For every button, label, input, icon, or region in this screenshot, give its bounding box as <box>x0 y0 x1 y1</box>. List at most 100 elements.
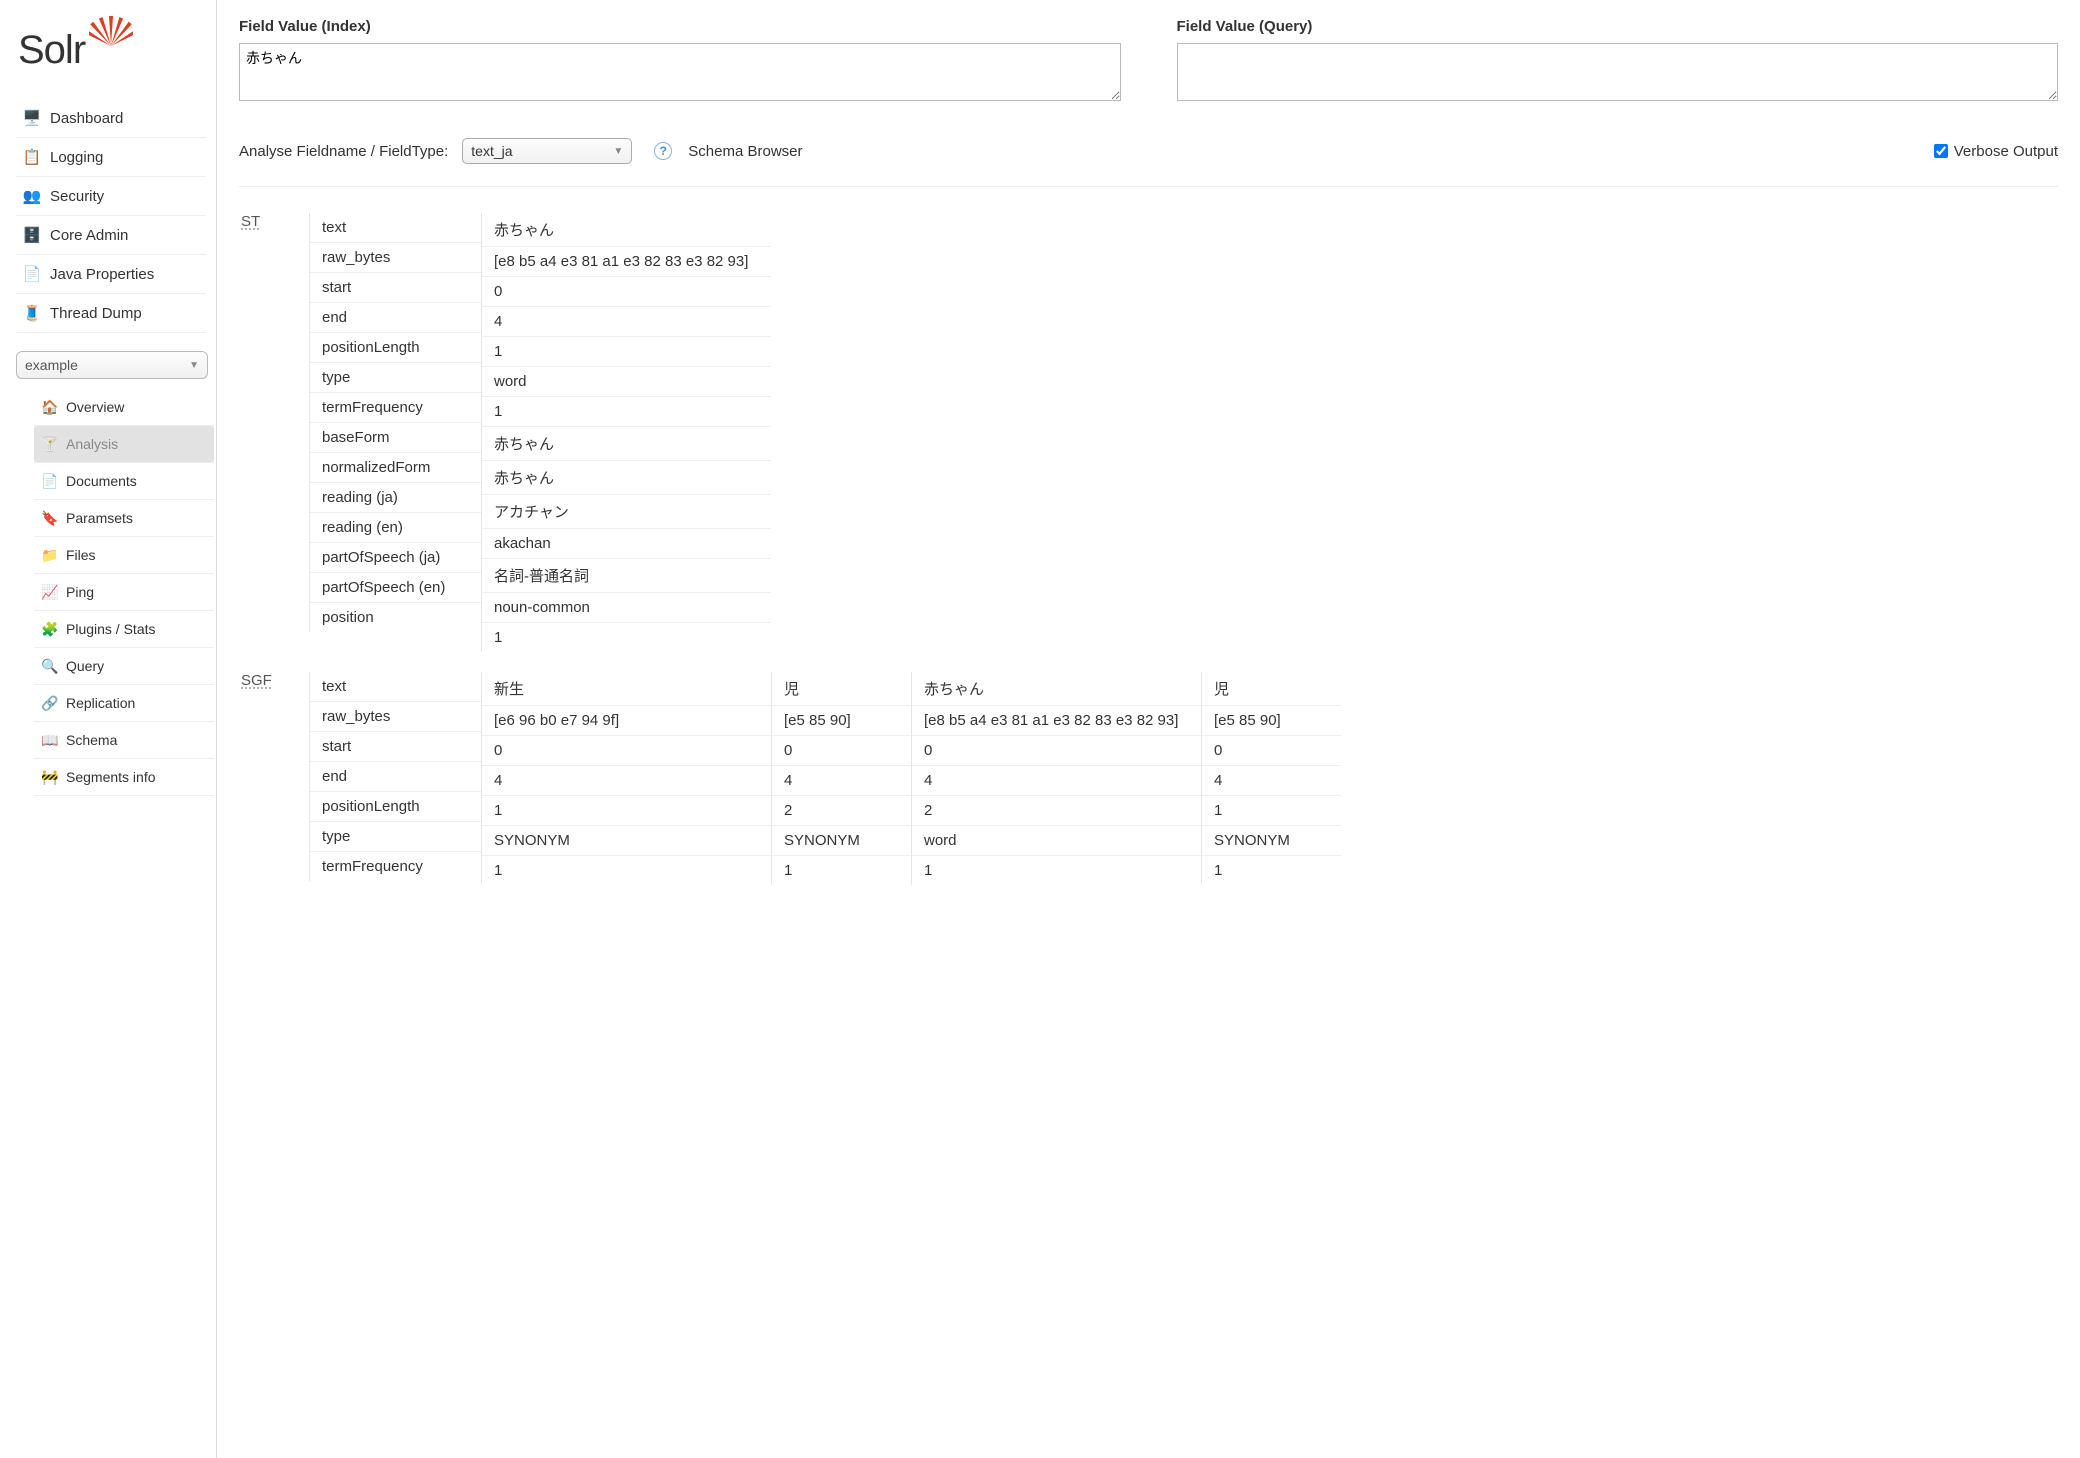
help-icon[interactable]: ? <box>654 142 672 160</box>
nav-list: 🖥️Dashboard 📋 Logging 👥Security🗄️Core Admin… <box>16 99 206 333</box>
token-column: 新生[e6 96 b0 e7 94 9f]041SYNONYM1 <box>481 672 771 885</box>
value-cell: 赤ちゃん <box>482 461 771 495</box>
subnav-item-overview[interactable]: 🏠Overview <box>34 389 214 426</box>
files-icon: 📁 <box>40 546 60 564</box>
key-cell: partOfSpeech (en) <box>310 573 481 603</box>
field-query-col: Field Value (Query) <box>1177 18 2059 104</box>
subnav-list: 🏠Overview🍸Analysis 📄 Documents 🔖 Paramsets 📁 F… <box>34 389 214 796</box>
key-cell: type <box>310 822 481 852</box>
value-cell: 赤ちゃん <box>482 213 771 247</box>
subnav-item-query[interactable]: 🔍Query <box>34 648 214 685</box>
value-cell: [e6 96 b0 e7 94 9f] <box>482 706 771 736</box>
value-cell: 1 <box>482 856 771 885</box>
paramsets-icon: 🔖 <box>40 509 60 527</box>
key-cell: position <box>310 603 481 632</box>
security-icon: 👥 <box>22 186 42 206</box>
subnav-item-label: Paramsets <box>66 510 133 526</box>
subnav-item-documents[interactable]: 📄 Documents <box>34 463 214 500</box>
fieldtype-select[interactable]: text_ja ▼ <box>462 138 632 164</box>
subnav-item-label: Schema <box>66 732 117 748</box>
nav-item-javaprops[interactable]: 📄Java Properties <box>16 255 206 294</box>
replication-icon: 🔗 <box>40 694 60 712</box>
stage-label[interactable]: SGF <box>239 672 309 689</box>
subnav-item-label: Ping <box>66 584 94 600</box>
subnav-item-files[interactable]: 📁 Files <box>34 537 214 574</box>
sidebar: Solr 🖥️Dashboard 📋 Logging 👥Security🗄️Core … <box>0 0 217 1458</box>
subnav-item-label: Files <box>66 547 96 563</box>
value-cell: SYNONYM <box>1202 826 1341 856</box>
nav-item-dashboard[interactable]: 🖥️Dashboard <box>16 99 206 138</box>
nav-item-logging[interactable]: 📋 Logging <box>16 138 206 177</box>
token-column: 赤ちゃん[e8 b5 a4 e3 81 a1 e3 82 83 e3 82 93… <box>911 672 1201 885</box>
subnav-item-paramsets[interactable]: 🔖 Paramsets <box>34 500 214 537</box>
subnav-item-segments[interactable]: 🚧Segments info <box>34 759 214 796</box>
chevron-down-icon: ▼ <box>189 360 199 371</box>
keys-column: textraw_bytesstartendpositionLengthtypet… <box>309 213 481 632</box>
schema-browser-link[interactable]: Schema Browser <box>688 143 802 160</box>
subnav-item-label: Overview <box>66 399 124 415</box>
value-cell: 0 <box>1202 736 1341 766</box>
subnav-item-label: Replication <box>66 695 135 711</box>
field-index-input[interactable] <box>239 43 1121 101</box>
subnav-item-analysis[interactable]: 🍸Analysis <box>34 426 214 463</box>
token-column: 赤ちゃん[e8 b5 a4 e3 81 a1 e3 82 83 e3 82 93… <box>481 213 771 652</box>
value-cell: 2 <box>772 796 911 826</box>
logging-icon: 📋 <box>22 147 42 167</box>
field-query-label: Field Value (Query) <box>1177 18 2059 35</box>
key-cell: start <box>310 732 481 762</box>
token-column: 児[e5 85 90]042SYNONYM1 <box>771 672 911 885</box>
subnav-item-label: Documents <box>66 473 137 489</box>
controls-row: Analyse Fieldname / FieldType: text_ja ▼… <box>239 116 2058 187</box>
key-cell: reading (ja) <box>310 483 481 513</box>
value-cell: [e8 b5 a4 e3 81 a1 e3 82 83 e3 82 93] <box>482 247 771 277</box>
key-cell: termFrequency <box>310 852 481 881</box>
nav-item-security[interactable]: 👥Security <box>16 177 206 216</box>
value-cell: [e5 85 90] <box>1202 706 1341 736</box>
core-select[interactable]: example ▼ <box>16 351 208 379</box>
nav-item-coreadmin[interactable]: 🗄️Core Admin <box>16 216 206 255</box>
javaprops-icon: 📄 <box>22 264 42 284</box>
value-cell: noun-common <box>482 593 771 623</box>
nav-item-threaddump[interactable]: 🧵Thread Dump <box>16 294 206 333</box>
subnav-item-label: Analysis <box>66 436 118 452</box>
subnav-item-replication[interactable]: 🔗 Replication <box>34 685 214 722</box>
value-cell: 1 <box>482 397 771 427</box>
value-cell: 0 <box>912 736 1201 766</box>
schema-icon: 📖 <box>40 731 60 749</box>
analysis-results: STtextraw_bytesstartendpositionLengthtyp… <box>239 199 2058 885</box>
value-cell: 児 <box>1202 672 1341 706</box>
ping-icon: 📈 <box>40 583 60 601</box>
subnav-item-ping[interactable]: 📈 Ping <box>34 574 214 611</box>
value-cell: [e5 85 90] <box>772 706 911 736</box>
value-cell: 1 <box>912 856 1201 885</box>
nav-item-label: Logging <box>50 149 103 166</box>
key-cell: end <box>310 303 481 333</box>
query-icon: 🔍 <box>40 657 60 675</box>
subnav-item-label: Plugins / Stats <box>66 621 156 637</box>
verbose-label: Verbose Output <box>1954 143 2058 160</box>
value-cell: 1 <box>482 623 771 652</box>
value-cell: アカチャン <box>482 495 771 529</box>
value-cell: 1 <box>482 796 771 826</box>
key-cell: text <box>310 213 481 243</box>
stage-label[interactable]: ST <box>239 213 309 230</box>
verbose-checkbox-input[interactable] <box>1934 144 1948 158</box>
value-cell: 2 <box>912 796 1201 826</box>
key-cell: partOfSpeech (ja) <box>310 543 481 573</box>
value-cell: 1 <box>1202 856 1341 885</box>
verbose-output-checkbox[interactable]: Verbose Output <box>1934 143 2058 160</box>
chevron-down-icon: ▼ <box>613 146 623 157</box>
nav-item-label: Core Admin <box>50 227 128 244</box>
tokens-row: 赤ちゃん[e8 b5 a4 e3 81 a1 e3 82 83 e3 82 93… <box>481 213 771 652</box>
key-cell: termFrequency <box>310 393 481 423</box>
value-cell: SYNONYM <box>772 826 911 856</box>
logo-sun-icon <box>89 12 133 66</box>
field-value-row: Field Value (Index) Field Value (Query) <box>239 18 2058 104</box>
key-cell: raw_bytes <box>310 702 481 732</box>
logo: Solr <box>18 28 206 73</box>
subnav-item-plugins[interactable]: 🧩Plugins / Stats <box>34 611 214 648</box>
subnav-item-schema[interactable]: 📖 Schema <box>34 722 214 759</box>
documents-icon: 📄 <box>40 472 60 490</box>
field-query-input[interactable] <box>1177 43 2059 101</box>
analyse-label: Analyse Fieldname / FieldType: <box>239 143 448 160</box>
